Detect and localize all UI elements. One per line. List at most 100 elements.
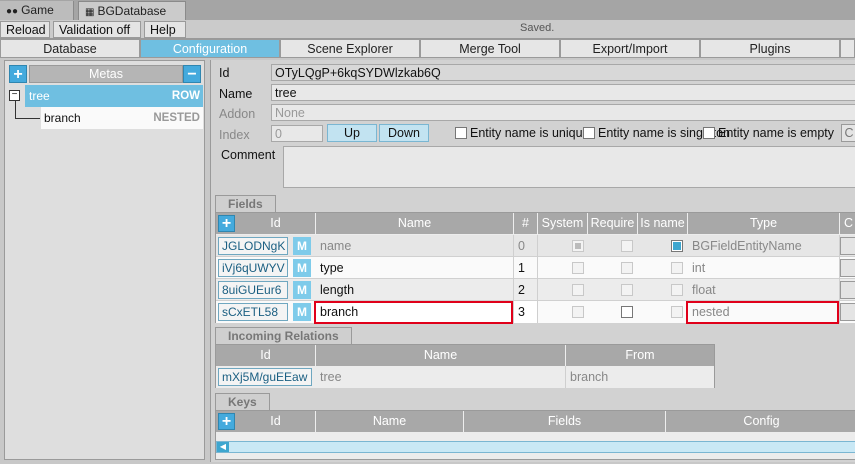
tab-overflow[interactable] <box>840 39 855 58</box>
field-config-button[interactable] <box>840 281 855 299</box>
scroll-left-arrow-icon[interactable]: ◀ <box>217 442 229 452</box>
window-tab-strip: ●● Game ▦ BGDatabase <box>0 0 855 20</box>
system-checkbox[interactable] <box>572 240 584 252</box>
field-menu-button[interactable]: M <box>293 259 311 277</box>
system-checkbox[interactable] <box>572 306 584 318</box>
column-header[interactable]: Config <box>666 411 855 432</box>
main-tabs: Database Configuration Scene Explorer Me… <box>0 39 855 58</box>
validation-toggle-button[interactable]: Validation off <box>53 21 141 38</box>
fields-table-header: + Id Name # System Require Is name Type … <box>216 213 855 234</box>
metas-panel: + Metas − − tree ROW branch NESTED <box>4 60 205 460</box>
field-id[interactable]: sCxETL58 <box>218 303 288 321</box>
table-row[interactable]: JGLODNgK M name 0 BGFieldEntityName <box>216 235 855 257</box>
down-button[interactable]: Down <box>379 124 429 142</box>
tab-merge-tool[interactable]: Merge Tool <box>420 39 560 58</box>
up-button[interactable]: Up <box>327 124 377 142</box>
collapse-icon[interactable]: − <box>9 90 20 101</box>
require-checkbox[interactable] <box>621 306 633 318</box>
column-header[interactable]: Type <box>688 213 840 234</box>
table-row[interactable]: mXj5M/guEEaw tree branch <box>216 366 714 388</box>
field-config-button[interactable] <box>840 303 855 321</box>
field-menu-button[interactable]: M <box>293 281 311 299</box>
table-row[interactable]: iVj6qUWYV M type 1 int <box>216 257 855 279</box>
require-checkbox[interactable] <box>621 284 633 296</box>
field-menu-button[interactable]: M <box>293 303 311 321</box>
relation-name: tree <box>316 366 566 388</box>
field-id[interactable]: 8uiGUEur6 <box>218 281 288 299</box>
add-meta-button[interactable]: + <box>9 65 27 83</box>
meta-name-field[interactable]: tree <box>271 84 855 101</box>
column-header[interactable]: Name <box>316 411 464 432</box>
addon-label: Addon <box>219 107 256 121</box>
meta-item-branch[interactable]: branch NESTED <box>41 107 203 129</box>
column-header[interactable]: From <box>566 345 714 366</box>
incoming-table-header: Id Name From <box>216 345 714 366</box>
relation-from: branch <box>570 370 609 384</box>
is-name-checkbox[interactable] <box>671 240 683 252</box>
meta-detail-panel: Id OTyLQgP+6kqSYDWlzkab6Q Name tree Addo… <box>210 60 855 462</box>
is-name-checkbox[interactable] <box>671 306 683 318</box>
id-label: Id <box>219 66 230 80</box>
column-header[interactable]: C <box>840 213 855 234</box>
addon-field[interactable]: None <box>271 104 855 121</box>
tree-connector <box>15 118 40 119</box>
checkbox-box <box>583 127 595 139</box>
column-header[interactable]: Is name <box>638 213 688 234</box>
meta-kind-badge: NESTED <box>153 112 200 124</box>
add-field-button[interactable]: + <box>218 215 235 232</box>
column-header[interactable]: Id <box>236 213 316 234</box>
reload-button[interactable]: Reload <box>0 21 50 38</box>
is-name-checkbox[interactable] <box>671 262 683 274</box>
system-checkbox[interactable] <box>572 284 584 296</box>
is-name-checkbox[interactable] <box>671 284 683 296</box>
tab-database[interactable]: Database <box>0 39 140 58</box>
table-row[interactable]: 8uiGUEur6 M length 2 float <box>216 279 855 301</box>
field-name[interactable]: name <box>316 235 514 257</box>
column-header[interactable]: Require <box>588 213 638 234</box>
column-header[interactable]: Name <box>316 345 566 366</box>
horizontal-scrollbar[interactable]: ◀ <box>216 441 855 453</box>
tab-plugins[interactable]: Plugins <box>700 39 840 58</box>
field-menu-button[interactable]: M <box>293 237 311 255</box>
column-header[interactable]: Name <box>316 213 514 234</box>
remove-meta-button[interactable]: − <box>183 65 201 83</box>
help-button[interactable]: Help <box>144 21 186 38</box>
field-name[interactable]: type <box>316 257 514 279</box>
require-checkbox[interactable] <box>621 240 633 252</box>
column-header[interactable]: # <box>514 213 538 234</box>
tab-export-import[interactable]: Export/Import <box>560 39 700 58</box>
field-config-button[interactable] <box>840 259 855 277</box>
metas-header: Metas <box>29 65 183 83</box>
column-header[interactable]: System <box>538 213 588 234</box>
save-status: Saved. <box>520 22 555 34</box>
highlight-box <box>686 301 839 324</box>
field-index: 1 <box>514 257 538 279</box>
relation-id[interactable]: mXj5M/guEEaw <box>218 368 312 386</box>
add-key-button[interactable]: + <box>218 413 235 430</box>
meta-id-field[interactable]: OTyLQgP+6kqSYDWlzkab6Q <box>271 64 855 81</box>
window-tab-game[interactable]: ●● Game <box>0 1 74 20</box>
tab-scene-explorer[interactable]: Scene Explorer <box>280 39 420 58</box>
overflow-button[interactable]: C <box>841 124 855 142</box>
tab-configuration[interactable]: Configuration <box>140 39 280 58</box>
field-name[interactable]: length <box>316 279 514 301</box>
system-checkbox[interactable] <box>572 262 584 274</box>
entity-name-empty-checkbox[interactable]: Entity name is empty <box>703 126 834 140</box>
field-type: float <box>688 279 840 301</box>
entity-name-unique-checkbox[interactable]: Entity name is unique <box>455 126 590 140</box>
toolbar: Reload Validation off Help <box>0 20 855 39</box>
field-id[interactable]: JGLODNgK <box>218 237 288 255</box>
meta-item-tree[interactable]: tree ROW <box>25 85 203 107</box>
field-index: 0 <box>514 235 538 257</box>
column-header[interactable]: Id <box>216 345 316 366</box>
index-field[interactable]: 0 <box>271 125 323 142</box>
column-header[interactable]: Id <box>236 411 316 432</box>
require-checkbox[interactable] <box>621 262 633 274</box>
column-header[interactable]: Fields <box>464 411 666 432</box>
field-id[interactable]: iVj6qUWYV <box>218 259 288 277</box>
field-config-button[interactable] <box>840 237 855 255</box>
window-tab-bgdatabase[interactable]: ▦ BGDatabase <box>78 1 186 20</box>
name-label: Name <box>219 87 253 101</box>
comment-textarea[interactable] <box>283 146 855 188</box>
checkbox-box <box>455 127 467 139</box>
